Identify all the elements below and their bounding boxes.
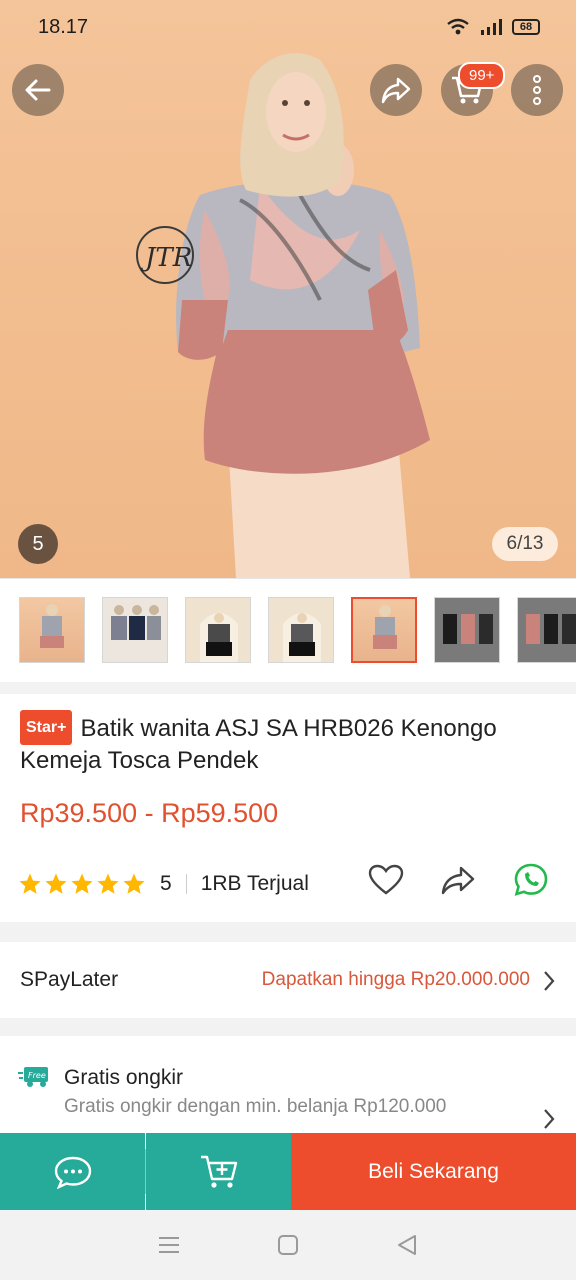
star-icon: [123, 873, 145, 894]
battery-indicator: 68: [512, 19, 540, 35]
back-button[interactable]: [12, 64, 64, 116]
rating-value: 5: [160, 872, 172, 895]
spaylater-label: SPayLater: [20, 968, 119, 991]
thumbnail-2[interactable]: [102, 597, 168, 663]
product-price: Rp39.500 - Rp59.500: [20, 798, 279, 828]
shipping-row[interactable]: Free Gratis ongkir Gratis ongkir dengan …: [0, 1036, 576, 1146]
chat-icon: [54, 1156, 91, 1189]
thumbnail-3[interactable]: [185, 597, 251, 663]
thumbnail-7[interactable]: [517, 597, 576, 663]
signal-icon: [481, 19, 502, 35]
spaylater-value: Dapatkan hingga Rp20.000.000: [261, 969, 530, 990]
spaylater-row[interactable]: SPayLater Dapatkan hingga Rp20.000.000: [0, 942, 576, 1018]
cart-count-badge: 99+: [458, 62, 506, 89]
star-icon: [19, 873, 41, 894]
star-plus-badge: Star+: [20, 710, 73, 745]
share-icon[interactable]: [440, 864, 476, 896]
status-time: 18.17: [38, 16, 89, 38]
brand-watermark: JTR: [140, 243, 192, 273]
product-info-card: Star+ Batik wanita ASJ SA HRB026 Kenongo …: [0, 694, 576, 922]
thumbnail-5-selected[interactable]: [351, 597, 417, 663]
back-nav-icon[interactable]: [396, 1234, 418, 1256]
thumbnail-1[interactable]: [19, 597, 85, 663]
product-actions: [368, 862, 550, 898]
more-vertical-icon: [533, 75, 541, 105]
buy-now-button[interactable]: Beli Sekarang: [291, 1133, 576, 1210]
star-icon: [71, 873, 93, 894]
rating-stars: [18, 872, 146, 896]
arrow-left-icon: [25, 79, 51, 101]
star-icon: [45, 873, 67, 894]
wifi-icon: [447, 18, 469, 35]
product-title: Star+ Batik wanita ASJ SA HRB026 Kenongo …: [20, 710, 560, 776]
home-icon[interactable]: [277, 1234, 299, 1256]
share-button[interactable]: [370, 64, 422, 116]
whatsapp-icon[interactable]: [512, 862, 550, 898]
svg-text:Free: Free: [28, 1071, 46, 1080]
product-screen: JTR 18.17 68 99+ 5 6/13 Star+ Batik wani…: [0, 0, 576, 1280]
chat-button[interactable]: [0, 1133, 145, 1210]
free-shipping-truck-icon: Free: [18, 1067, 48, 1087]
system-navigation-bar: [0, 1210, 576, 1280]
product-title-text: Batik wanita ASJ SA HRB026 Kenongo Kemej…: [20, 715, 497, 774]
bottom-action-bar: Beli Sekarang: [0, 1133, 576, 1210]
heart-icon[interactable]: [368, 864, 404, 896]
chevron-right-icon: [544, 971, 555, 991]
status-icons: 68: [446, 18, 540, 36]
star-icon: [97, 873, 119, 894]
shipping-title: Gratis ongkir: [64, 1066, 184, 1089]
shipping-subtitle: Gratis ongkir dengan min. belanja Rp120.…: [64, 1096, 447, 1117]
thumbnail-strip[interactable]: [0, 578, 576, 682]
sold-count: 1RB Terjual: [200, 872, 309, 895]
more-options-button[interactable]: [511, 64, 563, 116]
divider: [185, 874, 187, 894]
slide-counter: 6/13: [492, 527, 558, 561]
slide-index-badge: 5: [18, 524, 58, 564]
share-icon: [381, 77, 411, 104]
thumbnail-4[interactable]: [268, 597, 334, 663]
thumbnail-6[interactable]: [434, 597, 500, 663]
menu-icon[interactable]: [158, 1235, 180, 1255]
status-bar: 18.17 68: [0, 0, 576, 56]
chevron-right-icon: [544, 1109, 555, 1129]
add-to-cart-icon: [200, 1155, 237, 1188]
add-to-cart-button[interactable]: [146, 1133, 291, 1210]
